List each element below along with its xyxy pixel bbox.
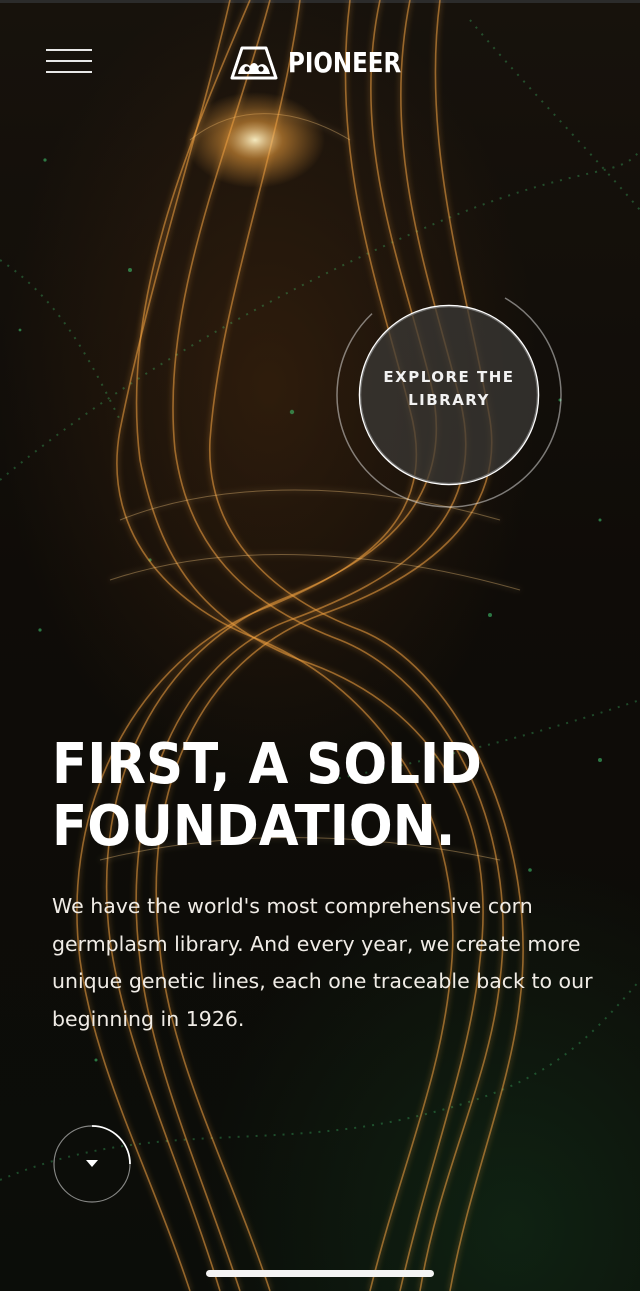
pioneer-logo-mark-icon: [230, 46, 278, 80]
hero-body-text: We have the world's most comprehensive c…: [52, 894, 593, 1031]
dna-strand-artwork: [0, 0, 640, 1291]
menu-line: [46, 49, 92, 51]
home-indicator: [206, 1270, 434, 1277]
explore-label: EXPLORE THE LIBRARY: [383, 368, 515, 409]
pioneer-logo[interactable]: PIONEER: [226, 42, 426, 82]
app-screen: PIONEER EXPLORE THE LIBRARY FIRST, A SOL…: [0, 0, 640, 1291]
hamburger-menu-icon[interactable]: [46, 47, 92, 77]
menu-line: [46, 71, 92, 73]
menu-line: [46, 60, 92, 62]
scroll-down-triangle-icon: [53, 1125, 131, 1203]
explore-library-button[interactable]: EXPLORE THE LIBRARY: [334, 280, 564, 510]
scroll-down-button[interactable]: [52, 1124, 132, 1204]
hero-headline: FIRST, A SOLID FOUNDATION.: [52, 732, 482, 859]
brand-name: PIONEER: [288, 45, 402, 79]
